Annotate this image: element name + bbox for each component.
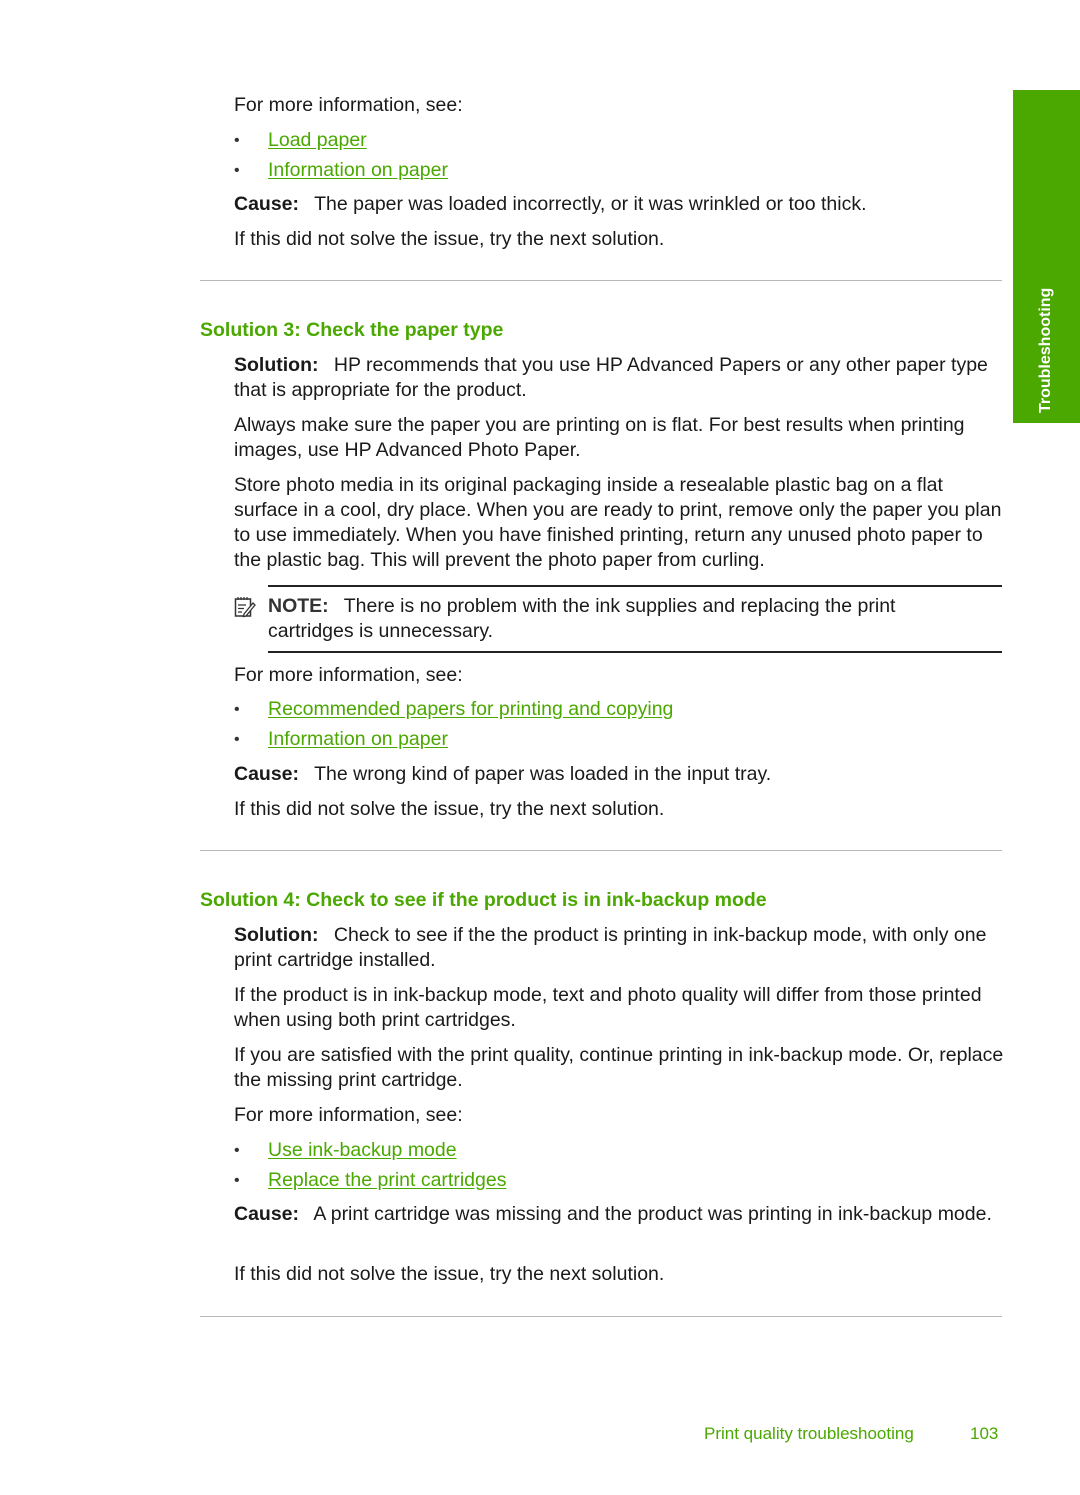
- link-recommended-papers[interactable]: Recommended papers for printing and copy…: [268, 697, 673, 722]
- more-info-text: For more information, see:: [234, 1104, 463, 1126]
- bullet-icon: •: [234, 1172, 240, 1189]
- link-use-ink-backup-mode[interactable]: Use ink-backup mode: [268, 1138, 457, 1163]
- bullet-icon: •: [234, 701, 240, 718]
- solution-paragraph: Solution: HP recommends that you use HP …: [234, 353, 1004, 403]
- page-number: 103: [970, 1424, 999, 1443]
- paragraph: If the product is in ink-backup mode, te…: [234, 984, 982, 1031]
- more-info-text: For more information, see:: [234, 94, 463, 116]
- solution-label: Solution:: [234, 354, 319, 376]
- next-solution-text: If this did not solve the issue, try the…: [234, 1263, 665, 1285]
- note-icon: [234, 597, 256, 618]
- cause-label: Cause:: [234, 193, 300, 215]
- link-information-on-paper[interactable]: Information on paper: [268, 158, 448, 183]
- solution-4-heading: Solution 4: Check to see if the product …: [200, 889, 767, 911]
- solution-paragraph: Solution: Check to see if the the produc…: [234, 923, 1004, 973]
- bullet-icon: •: [234, 731, 240, 748]
- footer-section-title: Print quality troubleshooting: [704, 1424, 914, 1443]
- bullet-icon: •: [234, 1142, 240, 1159]
- cause-paragraph: Cause: The wrong kind of paper was loade…: [234, 762, 1004, 787]
- bullet-icon: •: [234, 132, 240, 149]
- next-solution-text: If this did not solve the issue, try the…: [234, 228, 665, 250]
- section-divider: [200, 1316, 1002, 1317]
- paragraph: If you are satisfied with the print qual…: [234, 1044, 1004, 1091]
- section-divider: [200, 280, 1002, 281]
- solution-text: HP recommends that you use HP Advanced P…: [234, 354, 988, 401]
- note-text: There is no problem with the ink supplie…: [268, 595, 896, 642]
- note-paragraph: NOTE: There is no problem with the ink s…: [268, 594, 968, 644]
- cause-text: The paper was loaded incorrectly, or it …: [314, 193, 867, 215]
- cause-text: A print cartridge was missing and the pr…: [313, 1203, 992, 1225]
- link-information-on-paper[interactable]: Information on paper: [268, 727, 448, 752]
- troubleshooting-side-tab: Troubleshooting: [1013, 90, 1080, 423]
- cause-label: Cause:: [234, 763, 300, 785]
- next-solution-text: If this did not solve the issue, try the…: [234, 798, 665, 820]
- more-info-text: For more information, see:: [234, 664, 463, 686]
- link-load-paper[interactable]: Load paper: [268, 128, 367, 153]
- paragraph: Store photo media in its original packag…: [234, 474, 1002, 571]
- section-divider: [200, 850, 1002, 851]
- cause-paragraph: Cause: A print cartridge was missing and…: [234, 1202, 1004, 1227]
- note-label: NOTE:: [268, 595, 329, 617]
- solution-label: Solution:: [234, 924, 319, 946]
- link-replace-print-cartridges[interactable]: Replace the print cartridges: [268, 1168, 506, 1193]
- bullet-icon: •: [234, 162, 240, 179]
- solution-text: Check to see if the the product is print…: [234, 924, 987, 971]
- note-top-rule: [268, 585, 1002, 587]
- cause-text: The wrong kind of paper was loaded in th…: [314, 763, 772, 785]
- note-bottom-rule: [268, 651, 1002, 653]
- solution-3-heading: Solution 3: Check the paper type: [200, 319, 504, 341]
- cause-paragraph: Cause: The paper was loaded incorrectly,…: [234, 192, 1004, 217]
- side-tab-label: Troubleshooting: [1036, 287, 1054, 413]
- paragraph: Always make sure the paper you are print…: [234, 414, 965, 461]
- cause-label: Cause:: [234, 1203, 300, 1225]
